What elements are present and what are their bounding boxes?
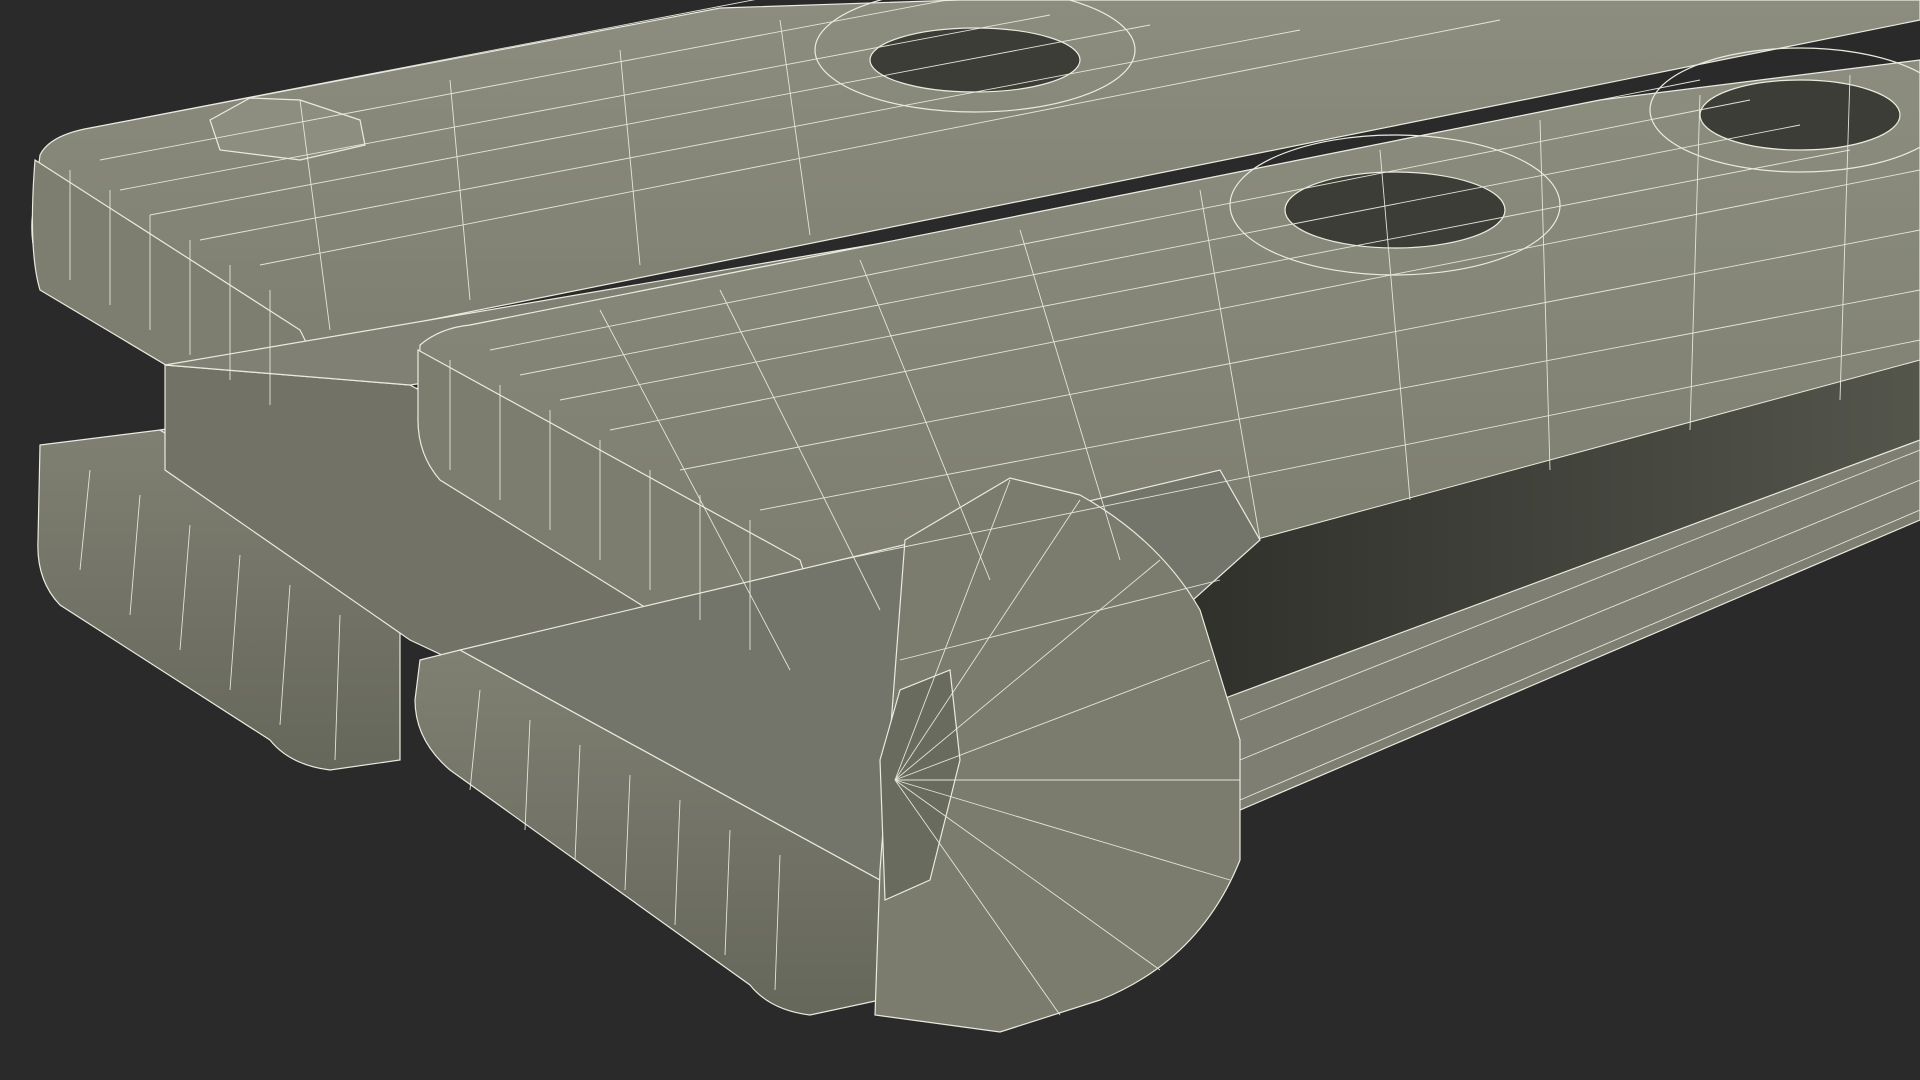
render-viewport (0, 0, 1920, 1080)
wireframe-render (0, 0, 1920, 1080)
